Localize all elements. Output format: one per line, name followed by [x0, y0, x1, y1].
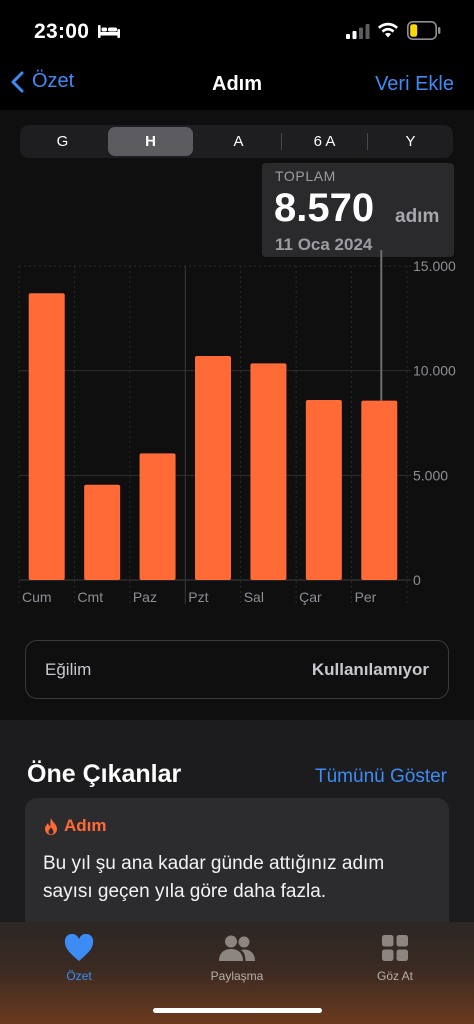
summary-tooltip: TOPLAM 8.570 adım 11 Oca 2024: [262, 163, 454, 257]
trend-value: Kullanılamıyor: [311, 660, 429, 679]
tab-summary[interactable]: Özet: [29, 934, 129, 983]
people-icon: [219, 935, 255, 961]
wifi-icon: [378, 22, 398, 38]
summary-label: TOPLAM: [275, 168, 336, 184]
battery-icon: [407, 21, 441, 40]
tab-browse[interactable]: Göz At: [345, 934, 445, 983]
tab-sharing-label: Paylaşma: [210, 969, 264, 983]
steps-bar-chart[interactable]: 15.000 10.000 5.000 0 Cum Cmt Paz Pzt Sal Çar Per: [0, 250, 474, 620]
highlight-card[interactable]: Adım Bu yıl şu ana kadar günde attığınız…: [25, 798, 449, 938]
highlights-section: Öne Çıkanlar Tümünü Göster Adım Bu yıl ş…: [0, 720, 474, 938]
bar-per: [361, 400, 398, 580]
highlight-card-header: Adım: [43, 816, 107, 836]
segment-y[interactable]: Y: [368, 125, 453, 158]
x-tick-label: Pzt: [188, 589, 208, 605]
add-data-button[interactable]: Veri Ekle: [375, 73, 454, 96]
x-tick-label: Cmt: [77, 589, 103, 605]
x-tick-label: Per: [355, 589, 377, 605]
highlight-category: Adım: [64, 816, 107, 835]
segment-6-a[interactable]: 6 A: [282, 125, 367, 158]
tab-summary-label: Özet: [66, 969, 92, 983]
chart-panel: GHA6 AY TOPLAM 8.570 adım 11 Oca 2024 15…: [0, 110, 474, 720]
y-tick-label: 5.000: [413, 467, 448, 483]
navigation-bar: Özet Adım Veri Ekle: [0, 62, 474, 108]
status-time: 23:00: [34, 20, 90, 43]
segment-a[interactable]: A: [196, 125, 281, 158]
tab-browse-label: Göz At: [376, 969, 414, 983]
x-tick-label: Cum: [22, 589, 52, 605]
bar-cum: [28, 293, 65, 580]
summary-unit: adım: [395, 206, 440, 227]
signal-icon: [346, 24, 370, 39]
show-all-link[interactable]: Tümünü Göster: [315, 766, 447, 788]
tab-sharing[interactable]: Paylaşma: [187, 934, 287, 983]
trend-row[interactable]: Eğilim Kullanılamıyor: [25, 640, 449, 699]
y-tick-label: 10.000: [413, 363, 456, 379]
x-tick-label: Çar: [299, 589, 322, 605]
highlights-title: Öne Çıkanlar: [27, 760, 182, 788]
segment-h[interactable]: H: [108, 127, 193, 156]
bar-paz: [139, 453, 176, 580]
bar-pzt: [195, 356, 231, 580]
summary-value: 8.570: [274, 186, 375, 230]
home-indicator: [153, 1008, 322, 1013]
trend-label: Eğilim: [45, 660, 92, 679]
period-segmented-control: GHA6 AY: [20, 125, 453, 158]
flame-icon: [45, 817, 57, 835]
x-tick-label: Sal: [244, 589, 264, 605]
heart-icon: [64, 934, 94, 961]
grid-icon: [382, 935, 408, 961]
segment-divider: [105, 133, 106, 150]
highlight-text: Bu yıl şu ana kadar günde attığınız adım…: [43, 853, 385, 902]
bar-sal: [250, 363, 287, 580]
y-tick-label: 15.000: [413, 258, 456, 274]
bar-çar: [305, 399, 342, 580]
bar-cmt: [84, 484, 121, 580]
status-bar: 23:00: [0, 0, 474, 60]
x-tick-label: Paz: [133, 589, 157, 605]
y-tick-label: 0: [413, 572, 421, 588]
bed-icon: [98, 25, 120, 38]
segment-g[interactable]: G: [20, 125, 105, 158]
